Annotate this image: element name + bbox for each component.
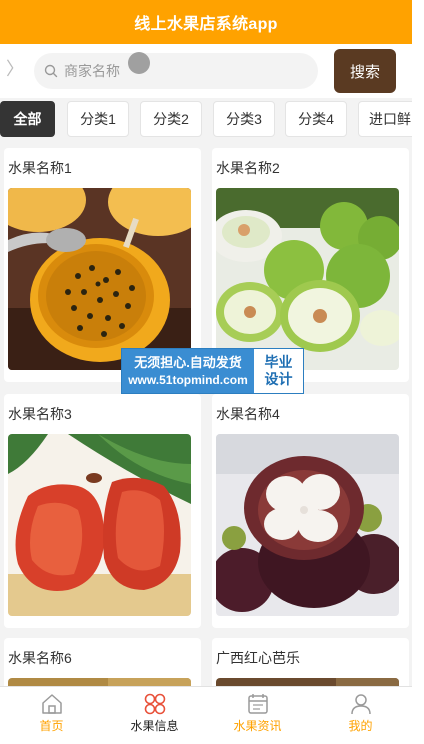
tab-category-4[interactable]: 分类4	[285, 101, 347, 137]
nav-fruit-info-label: 水果信息	[130, 719, 179, 733]
news-icon	[247, 694, 268, 714]
product-card[interactable]: 水果名称1	[4, 148, 201, 382]
fruit-grid-icon	[144, 693, 165, 715]
search-input[interactable]	[64, 63, 264, 79]
category-tabs: 全部 分类1 分类2 分类3 分类4 进口鲜	[0, 98, 412, 142]
watermark-line1: 无须担心.自动发货	[134, 355, 242, 370]
app-screen: 线上水果店系统app 〉 搜索 全部 分类1 分类2 分类3 分类4 进口鲜 水…	[0, 0, 412, 744]
nav-fruit-news[interactable]: 水果资讯	[206, 687, 309, 744]
product-name: 水果名称2	[216, 160, 280, 176]
chevron-right-icon[interactable]: 〉	[6, 58, 24, 80]
search-button[interactable]: 搜索	[334, 49, 396, 93]
nav-profile-label: 我的	[348, 719, 373, 733]
title-bar: 线上水果店系统app	[0, 0, 412, 44]
mangosteen-image[interactable]	[216, 434, 399, 616]
nav-home-label: 首页	[39, 719, 64, 733]
passion-fruit-image[interactable]	[8, 188, 191, 370]
app-title: 线上水果店系统app	[134, 16, 278, 33]
product-name: 水果名称4	[216, 406, 280, 422]
touch-cursor	[128, 52, 150, 74]
product-name: 水果名称6	[8, 650, 72, 666]
search-box[interactable]	[34, 53, 318, 89]
bottom-navigation: 首页 水果信息 水果资讯 我的	[0, 686, 412, 744]
product-name: 广西红心芭乐	[216, 650, 300, 666]
green-jujube-image[interactable]	[216, 188, 399, 370]
tab-category-1[interactable]: 分类1	[67, 101, 129, 137]
search-icon	[44, 64, 58, 78]
watermark-side1: 毕业	[264, 354, 293, 370]
wax-apple-image[interactable]	[8, 434, 191, 616]
watermark-side2: 设计	[264, 371, 293, 387]
profile-icon	[350, 694, 371, 715]
tab-imported[interactable]: 进口鲜	[358, 101, 412, 137]
tab-category-3[interactable]: 分类3	[213, 101, 275, 137]
product-name: 水果名称3	[8, 406, 72, 422]
search-bar: 〉 搜索	[0, 44, 412, 98]
tab-category-2[interactable]: 分类2	[140, 101, 202, 137]
product-card[interactable]: 水果名称3	[4, 394, 201, 628]
watermark-right: 毕业 设计	[254, 349, 303, 393]
nav-fruit-info[interactable]: 水果信息	[103, 687, 206, 744]
watermark-left: 无须担心.自动发货 www.51topmind.com	[122, 349, 254, 393]
nav-fruit-news-label: 水果资讯	[233, 719, 282, 733]
home-icon	[41, 694, 62, 714]
product-name: 水果名称1	[8, 160, 72, 176]
watermark-line2: www.51topmind.com	[128, 373, 248, 387]
tab-all[interactable]: 全部	[0, 101, 55, 137]
nav-profile[interactable]: 我的	[309, 687, 412, 744]
nav-home[interactable]: 首页	[0, 687, 103, 744]
watermark-banner: 无须担心.自动发货 www.51topmind.com 毕业 设计	[121, 348, 304, 394]
product-card[interactable]: 水果名称2	[212, 148, 409, 382]
screen-edge	[412, 0, 424, 744]
product-card[interactable]: 水果名称4	[212, 394, 409, 628]
